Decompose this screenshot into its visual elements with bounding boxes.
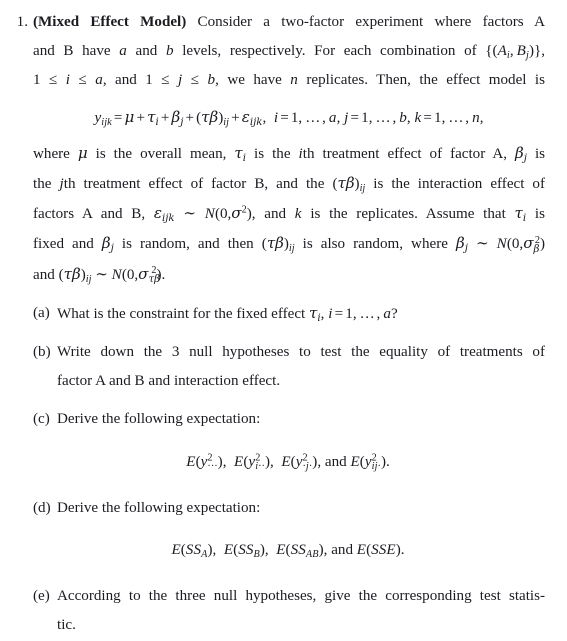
intro-line-1-text: Consider a two-factor experiment where f… xyxy=(197,14,545,30)
item-a: (a) What is the constraint for the fixed… xyxy=(0,299,567,329)
item-c: (c) Derive the following expectation: E(… xyxy=(0,405,567,489)
item-d: (d) Derive the following expectation: E(… xyxy=(0,494,567,578)
item-e: (e) According to the three null hypothes… xyxy=(0,582,567,640)
intro-line-3: 1 ≤ i ≤ a, and 1 ≤ j ≤ b, we have n repl… xyxy=(33,72,545,89)
sub-items-list: (a) What is the constraint for the fixed… xyxy=(0,299,567,641)
definitions-line-5: and (τβ)ij ∼ N(0,στβ2). xyxy=(33,264,166,285)
item-b-line-1: Write down the 3 null hypotheses to test… xyxy=(57,344,545,361)
item-d-body: Derive the following expectation: E(SSA)… xyxy=(57,494,567,578)
item-e-line-1: According to the three null hypotheses, … xyxy=(57,588,545,605)
intro-line-2: and B have a and b levels, respectively.… xyxy=(33,43,545,62)
definitions-line-1: where μ is the overall mean, τi is the i… xyxy=(33,143,546,164)
problem-header-row: 1. (Mixed Effect Model) Consider a two-f… xyxy=(0,8,567,290)
item-d-label: (d) xyxy=(33,499,51,516)
item-a-text: What is the constraint for the fixed eff… xyxy=(57,303,398,324)
definitions-line-4: fixed and βj is random, and then (τβ)ij … xyxy=(33,234,545,255)
item-b-body: Write down the 3 null hypotheses to test… xyxy=(57,338,567,396)
item-c-text: Derive the following expectation: xyxy=(57,411,261,428)
item-c-equation-block: E(y2···), E(y2i··), E(y2·j·), and E(y2ij… xyxy=(57,435,545,490)
item-c-label: (c) xyxy=(33,411,50,428)
document-page: 1. (Mixed Effect Model) Consider a two-f… xyxy=(0,0,567,633)
definitions-line-2: the jth treatment effect of factor B, an… xyxy=(33,174,545,194)
problem-number: 1. xyxy=(16,14,28,30)
intro-line-1: (Mixed Effect Model) Consider a two-fact… xyxy=(33,8,545,37)
item-c-equation: E(y2···), E(y2i··), E(y2·j·), and E(y2ij… xyxy=(186,452,390,472)
item-e-body: According to the three null hypotheses, … xyxy=(57,582,567,640)
item-b-label: (b) xyxy=(33,344,51,361)
problem-title: (Mixed Effect Model) xyxy=(33,14,187,30)
item-b-line-2: factor A and B and interaction effect. xyxy=(57,373,281,390)
item-d-text: Derive the following expectation: xyxy=(57,499,261,516)
problem-body: (Mixed Effect Model) Consider a two-fact… xyxy=(33,8,567,290)
item-e-line-2: tic. xyxy=(57,617,76,634)
model-equation: yijk = μ + τi + βj + (τβ)ij + εijk, i = 1, …, a, j = 1… xyxy=(94,107,484,128)
item-a-body: What is the constraint for the fixed eff… xyxy=(57,299,567,329)
item-b: (b) Write down the 3 null hypotheses to … xyxy=(0,338,567,396)
model-equation-block: yijk = μ + τi + βj + (τβ)ij + εijk, i = 1, …, a, j = 1… xyxy=(33,96,545,139)
item-e-label: (e) xyxy=(33,588,50,605)
definitions-line-3: factors A and B, εijk ∼ N(0,σ2), and k i… xyxy=(33,204,545,225)
item-d-equation: E(SSA), E(SSB), E(SSAB), and E(SSE). xyxy=(171,542,405,560)
problem-1: 1. (Mixed Effect Model) Consider a two-f… xyxy=(0,8,567,641)
item-d-equation-block: E(SSA), E(SSB), E(SSAB), and E(SSE). xyxy=(57,523,545,578)
item-c-body: Derive the following expectation: E(y2··… xyxy=(57,405,567,489)
item-a-label: (a) xyxy=(33,304,50,321)
